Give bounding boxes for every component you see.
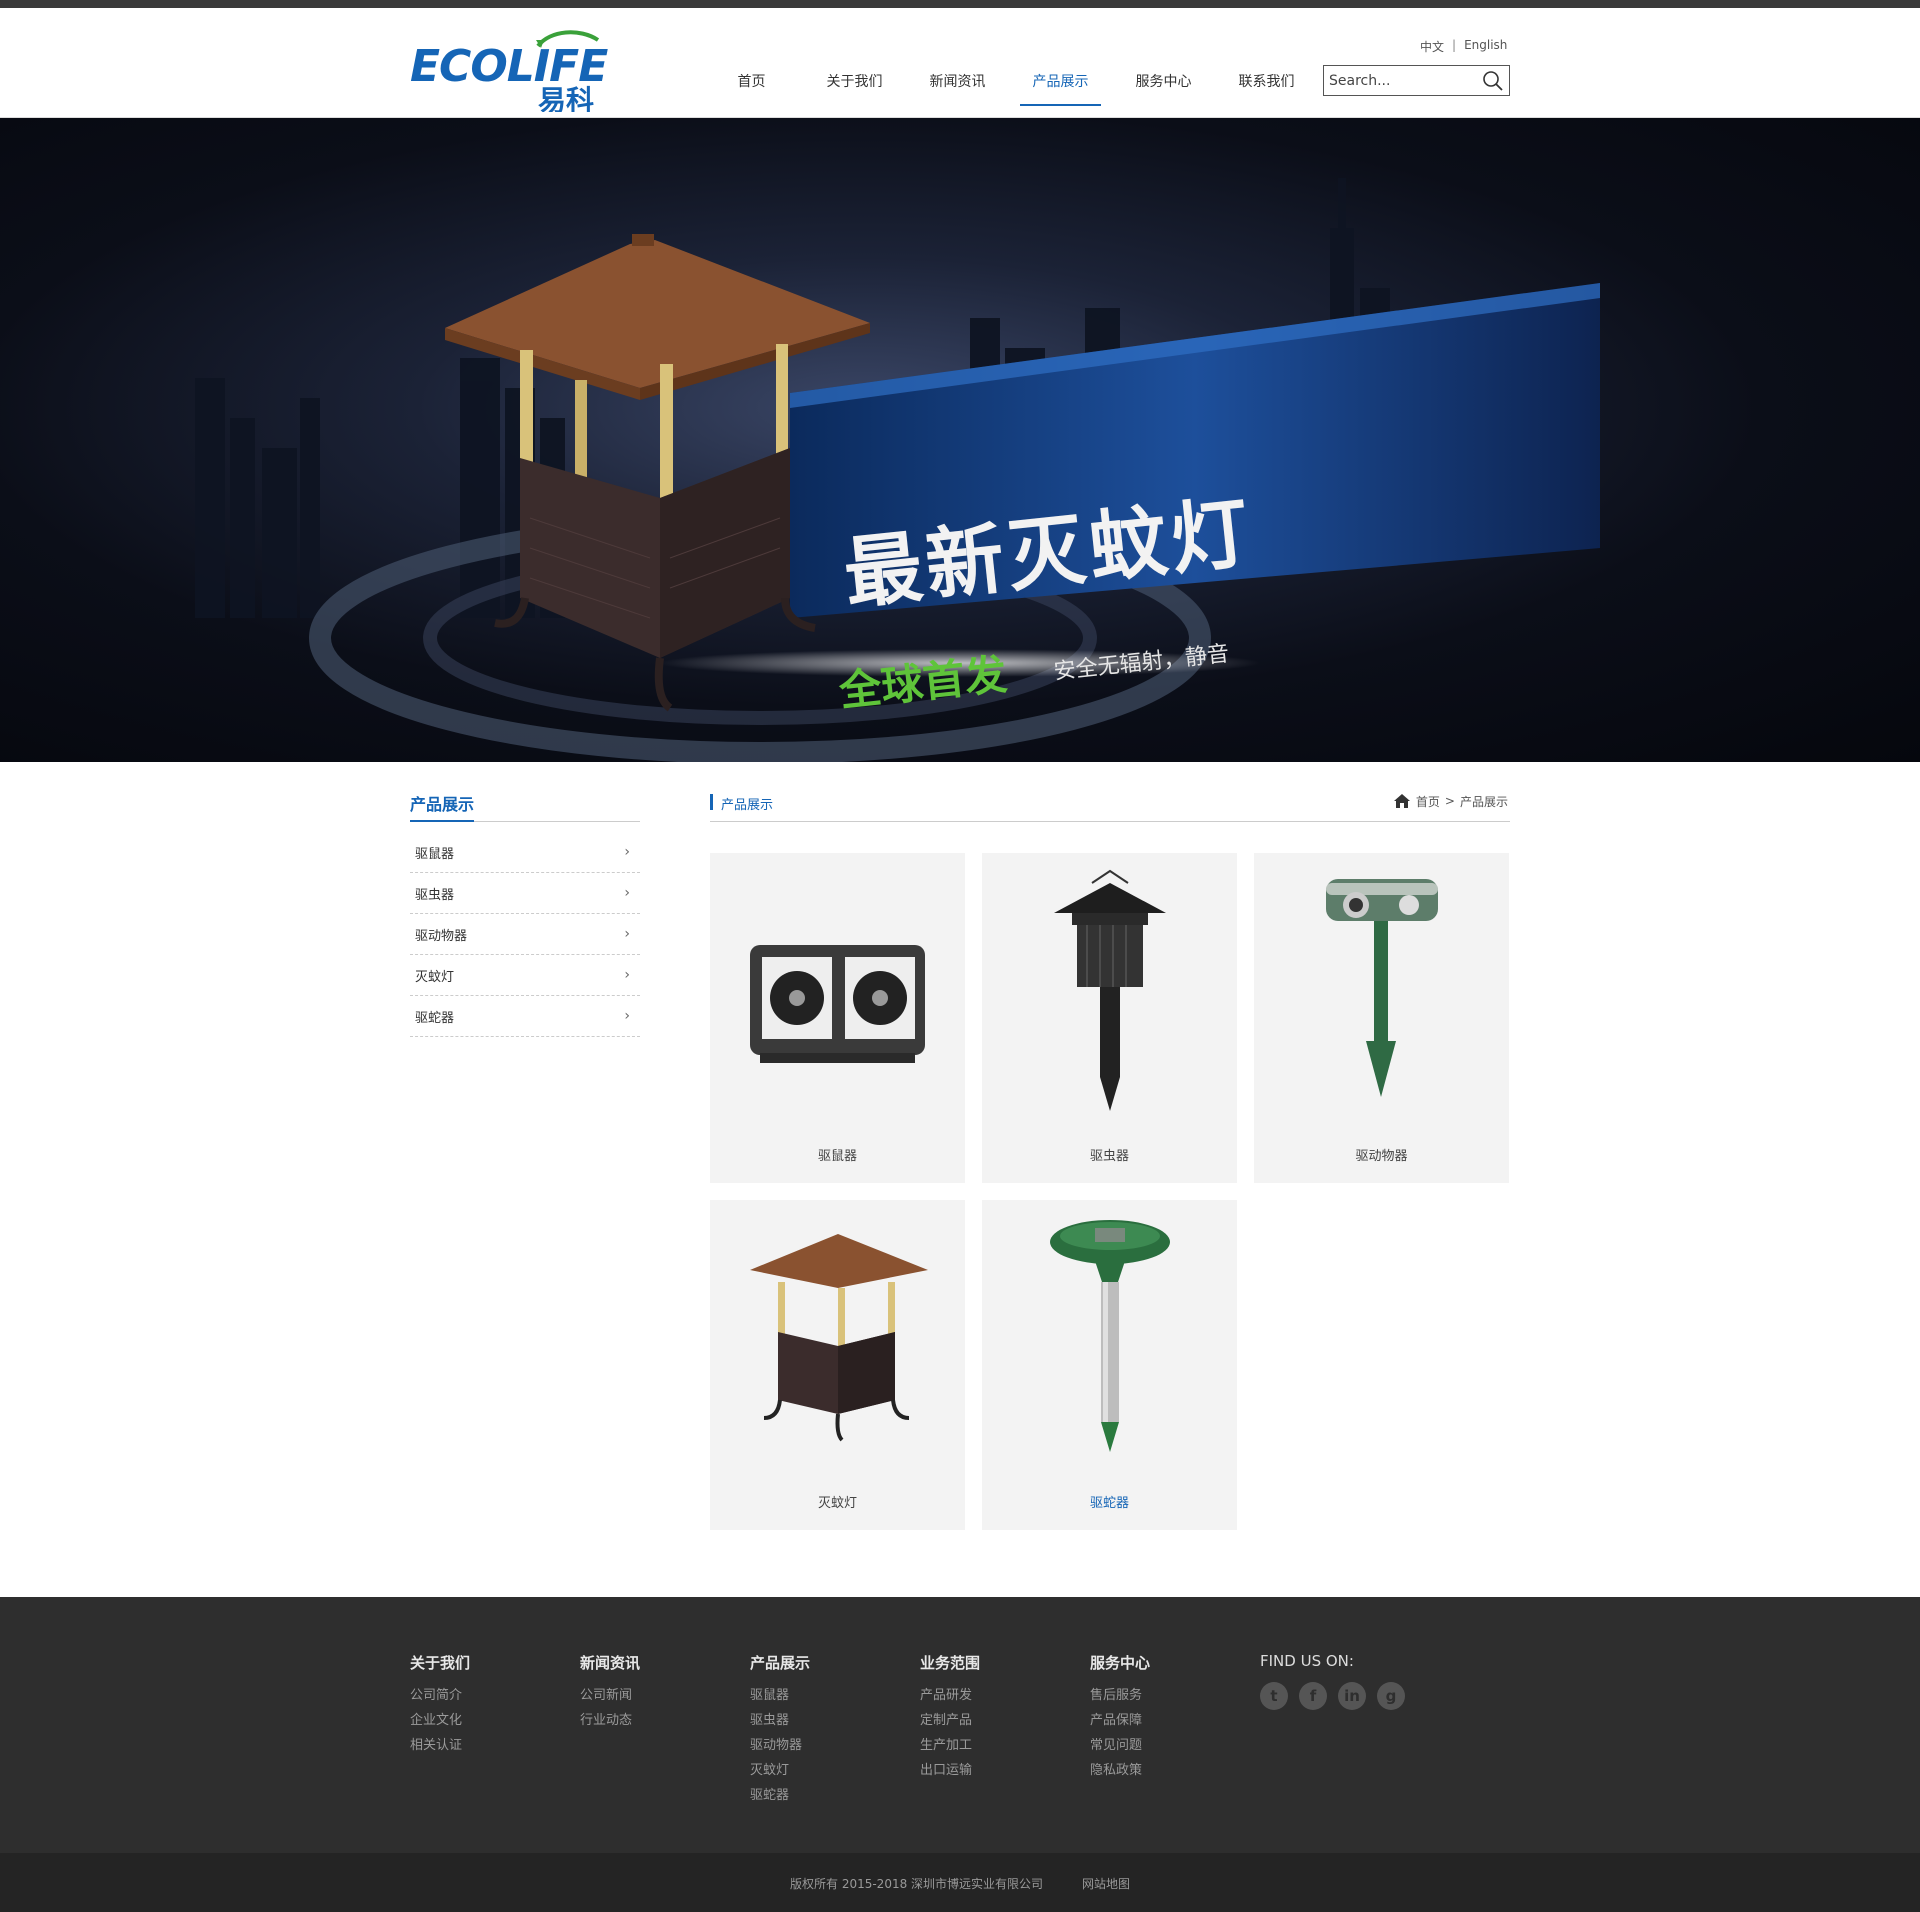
footer-link[interactable]: 出口运输 bbox=[920, 1758, 980, 1783]
product-card-rodent-repeller[interactable]: 驱鼠器 bbox=[710, 853, 965, 1183]
footer-column-title: 服务中心 bbox=[1090, 1654, 1151, 1672]
section-marker bbox=[710, 794, 713, 810]
sidebar-item-label: 驱虫器 bbox=[415, 887, 455, 903]
search-icon[interactable] bbox=[1482, 70, 1504, 92]
chevron-right-icon: › bbox=[624, 844, 630, 860]
product-card-mosquito-lamp[interactable]: 灭蚊灯 bbox=[710, 1200, 965, 1530]
facebook-icon[interactable]: f bbox=[1299, 1682, 1327, 1710]
chevron-right-icon: › bbox=[624, 926, 630, 942]
footer-column-title: 业务范围 bbox=[920, 1654, 981, 1672]
home-icon bbox=[1393, 794, 1410, 808]
product-name: 驱蛇器 bbox=[1089, 1496, 1129, 1511]
footer-link[interactable]: 相关认证 bbox=[410, 1733, 470, 1758]
nav-contact[interactable]: 联系我们 bbox=[1215, 64, 1318, 104]
find-us-label: FIND US ON: bbox=[1260, 1652, 1354, 1670]
product-card-insect-repeller[interactable]: 驱虫器 bbox=[982, 853, 1237, 1183]
product-name: 灭蚊灯 bbox=[817, 1496, 857, 1511]
product-card-animal-repeller[interactable]: 驱动物器 bbox=[1254, 853, 1509, 1183]
footer-link[interactable]: 生产加工 bbox=[920, 1733, 980, 1758]
sitemap-link[interactable]: 网站地图 bbox=[1082, 1875, 1130, 1892]
product-name: 驱鼠器 bbox=[817, 1149, 857, 1164]
breadcrumb-home[interactable]: 首页 bbox=[1416, 793, 1440, 810]
sidebar-title: 产品展示 bbox=[410, 795, 475, 814]
footer-column-service: 服务中心 售后服务 产品保障 常见问题 隐私政策 bbox=[1090, 1652, 1150, 1783]
sidebar-title-underline bbox=[410, 820, 474, 822]
nav-news[interactable]: 新闻资讯 bbox=[906, 64, 1009, 104]
snake-repeller-image bbox=[1050, 1220, 1170, 1452]
footer-link[interactable]: 售后服务 bbox=[1090, 1683, 1150, 1708]
section-title: 产品展示 bbox=[721, 798, 774, 813]
ecolife-logo[interactable]: ECOLIFE 易科 bbox=[410, 26, 640, 112]
mosquito-lamp-image bbox=[750, 1234, 928, 1442]
footer-column-title: 新闻资讯 bbox=[580, 1654, 641, 1672]
lang-chinese-link[interactable]: 中文 bbox=[1420, 38, 1444, 55]
product-card-snake-repeller[interactable]: 驱蛇器 bbox=[982, 1200, 1237, 1530]
footer-link[interactable]: 产品保障 bbox=[1090, 1708, 1150, 1733]
site-footer: 关于我们 公司简介 企业文化 相关认证 新闻资讯 公司新闻 行业动态 产品展示 … bbox=[0, 1597, 1920, 1853]
copyright-bar: 版权所有 2015-2018 深圳市博远实业有限公司 网站地图 bbox=[0, 1853, 1920, 1912]
hero-banner[interactable]: 最新灭蚊灯 全球首发 安全无辐射，静音 bbox=[0, 118, 1920, 762]
rodent-repeller-image bbox=[750, 945, 925, 1063]
search-box bbox=[1323, 65, 1510, 96]
breadcrumb-current: 产品展示 bbox=[1459, 794, 1508, 809]
sidebar-item-label: 驱动物器 bbox=[415, 928, 468, 944]
chevron-right-icon: › bbox=[624, 1008, 630, 1024]
google-plus-icon[interactable]: g bbox=[1377, 1682, 1405, 1710]
sidebar-category-list: 驱鼠器 › 驱虫器 › 驱动物器 › 灭蚊灯 › 驱蛇器 › bbox=[410, 832, 640, 1037]
footer-link[interactable]: 公司简介 bbox=[410, 1683, 470, 1708]
sidebar-item-animal-repeller[interactable]: 驱动物器 › bbox=[410, 914, 640, 955]
footer-link[interactable]: 定制产品 bbox=[920, 1708, 980, 1733]
footer-link[interactable]: 隐私政策 bbox=[1090, 1758, 1150, 1783]
insect-repeller-image bbox=[1054, 869, 1166, 1111]
footer-column-title: 关于我们 bbox=[410, 1654, 471, 1672]
twitter-icon[interactable]: t bbox=[1260, 1682, 1288, 1710]
copyright-text: 版权所有 2015-2018 深圳市博远实业有限公司 bbox=[790, 1877, 1044, 1891]
footer-link[interactable]: 驱蛇器 bbox=[750, 1783, 810, 1808]
footer-link[interactable]: 常见问题 bbox=[1090, 1733, 1150, 1758]
sidebar-item-label: 灭蚊灯 bbox=[415, 969, 455, 985]
breadcrumb: 首页 > 产品展示 bbox=[1393, 792, 1508, 810]
footer-link[interactable]: 灭蚊灯 bbox=[750, 1758, 810, 1783]
nav-products[interactable]: 产品展示 bbox=[1009, 64, 1112, 106]
top-strip bbox=[0, 0, 1920, 8]
search-input[interactable] bbox=[1324, 66, 1474, 95]
footer-link[interactable]: 企业文化 bbox=[410, 1708, 470, 1733]
footer-link[interactable]: 公司新闻 bbox=[580, 1683, 640, 1708]
product-name: 驱动物器 bbox=[1355, 1149, 1408, 1164]
lang-english-link[interactable]: English bbox=[1464, 38, 1507, 55]
footer-link[interactable]: 驱动物器 bbox=[750, 1733, 810, 1758]
nav-about[interactable]: 关于我们 bbox=[803, 64, 906, 104]
footer-column-about: 关于我们 公司简介 企业文化 相关认证 bbox=[410, 1652, 470, 1758]
language-switch: 中文 | English bbox=[1420, 38, 1507, 55]
sidebar-item-label: 驱鼠器 bbox=[415, 846, 455, 862]
nav-service[interactable]: 服务中心 bbox=[1112, 64, 1215, 104]
footer-link[interactable]: 行业动态 bbox=[580, 1708, 640, 1733]
sidebar-item-snake-repeller[interactable]: 驱蛇器 › bbox=[410, 996, 640, 1037]
svg-text:易科: 易科 bbox=[538, 84, 594, 112]
sidebar-item-insect-repeller[interactable]: 驱虫器 › bbox=[410, 873, 640, 914]
footer-social: FIND US ON: t f in g bbox=[1260, 1652, 1405, 1710]
footer-column-title: 产品展示 bbox=[750, 1654, 811, 1672]
footer-link[interactable]: 驱虫器 bbox=[750, 1708, 810, 1733]
nav-home[interactable]: 首页 bbox=[700, 64, 803, 104]
footer-column-products: 产品展示 驱鼠器 驱虫器 驱动物器 灭蚊灯 驱蛇器 bbox=[750, 1652, 810, 1808]
animal-repeller-image bbox=[1326, 879, 1438, 1097]
social-icons: t f in g bbox=[1260, 1682, 1405, 1710]
chevron-right-icon: › bbox=[624, 885, 630, 901]
footer-link[interactable]: 驱鼠器 bbox=[750, 1683, 810, 1708]
linkedin-icon[interactable]: in bbox=[1338, 1682, 1366, 1710]
sidebar-item-label: 驱蛇器 bbox=[415, 1010, 455, 1026]
product-name: 驱虫器 bbox=[1089, 1149, 1129, 1164]
lang-separator: | bbox=[1452, 38, 1457, 52]
breadcrumb-separator: > bbox=[1444, 794, 1455, 808]
main-nav: 首页 关于我们 新闻资讯 产品展示 服务中心 联系我们 bbox=[700, 64, 1318, 106]
footer-column-business: 业务范围 产品研发 定制产品 生产加工 出口运输 bbox=[920, 1652, 980, 1783]
sidebar-item-rodent-repeller[interactable]: 驱鼠器 › bbox=[410, 832, 640, 873]
footer-column-news: 新闻资讯 公司新闻 行业动态 bbox=[580, 1652, 640, 1733]
chevron-right-icon: › bbox=[624, 967, 630, 983]
content-header: 产品展示 首页 > 产品展示 bbox=[710, 792, 1510, 822]
footer-link[interactable]: 产品研发 bbox=[920, 1683, 980, 1708]
site-header: ECOLIFE 易科 首页 关于我们 新闻资讯 产品展示 服务中心 联系我们 中… bbox=[0, 8, 1920, 118]
sidebar-item-mosquito-lamp[interactable]: 灭蚊灯 › bbox=[410, 955, 640, 996]
